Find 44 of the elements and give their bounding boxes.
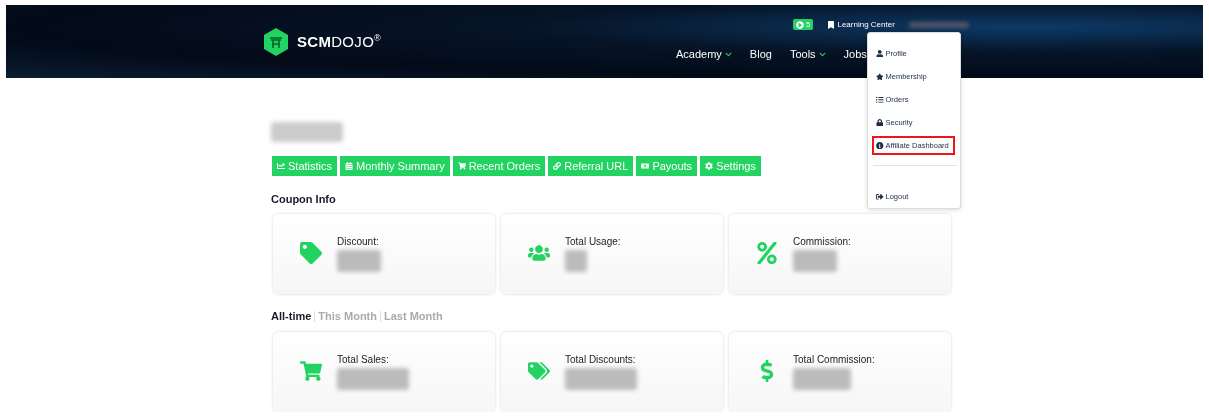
section-heading: Coupon Info bbox=[271, 193, 336, 205]
banknote-icon bbox=[641, 162, 650, 170]
stat-label: Total Sales: bbox=[337, 354, 390, 365]
cart-icon bbox=[299, 360, 322, 382]
period-filter[interactable]: All-time bbox=[271, 310, 315, 322]
info-icon bbox=[876, 141, 884, 150]
blurred-value bbox=[793, 368, 851, 390]
play-icon bbox=[796, 20, 804, 29]
bookmark-icon bbox=[827, 20, 836, 29]
stat-label: Discount: bbox=[337, 236, 380, 247]
stat-label: Total Commission: bbox=[793, 354, 875, 365]
blurred-value bbox=[793, 250, 837, 272]
chevron-down-icon bbox=[724, 50, 732, 58]
gear-icon bbox=[705, 162, 714, 170]
learning-center-link[interactable]: Learning Center bbox=[827, 20, 895, 29]
stat-label: Total Discounts: bbox=[565, 354, 637, 365]
blurred-email bbox=[908, 21, 969, 28]
blurred-title bbox=[271, 122, 343, 142]
logo-icon bbox=[261, 26, 291, 57]
blurred-value bbox=[337, 250, 381, 272]
lock-icon bbox=[876, 118, 884, 127]
nav-link[interactable]: Jobs bbox=[843, 48, 867, 60]
nav-link[interactable]: Academy bbox=[676, 48, 732, 60]
tags-icon bbox=[527, 360, 550, 382]
chevron-down-icon bbox=[818, 50, 826, 58]
stat-label: Commission: bbox=[793, 236, 851, 247]
cart-icon bbox=[457, 162, 466, 170]
blurred-value bbox=[565, 250, 587, 272]
logo-text: SCMDOJO$^{®}$ bbox=[297, 33, 382, 50]
chart-icon bbox=[277, 162, 285, 170]
link-icon bbox=[553, 162, 562, 170]
nav-link[interactable]: Tools bbox=[789, 48, 826, 60]
nav-link[interactable]: Blog bbox=[749, 48, 772, 60]
users-icon bbox=[527, 242, 550, 264]
blurred-value bbox=[565, 368, 637, 390]
user-icon bbox=[876, 49, 884, 58]
stat-label: Total Usage: bbox=[565, 236, 621, 247]
calendar-icon bbox=[345, 162, 353, 170]
list-icon bbox=[876, 95, 884, 104]
logout-icon bbox=[876, 192, 884, 201]
percent-icon bbox=[755, 242, 778, 264]
tag-icon bbox=[299, 242, 322, 264]
star-icon bbox=[876, 72, 884, 81]
blurred-value bbox=[337, 368, 409, 390]
